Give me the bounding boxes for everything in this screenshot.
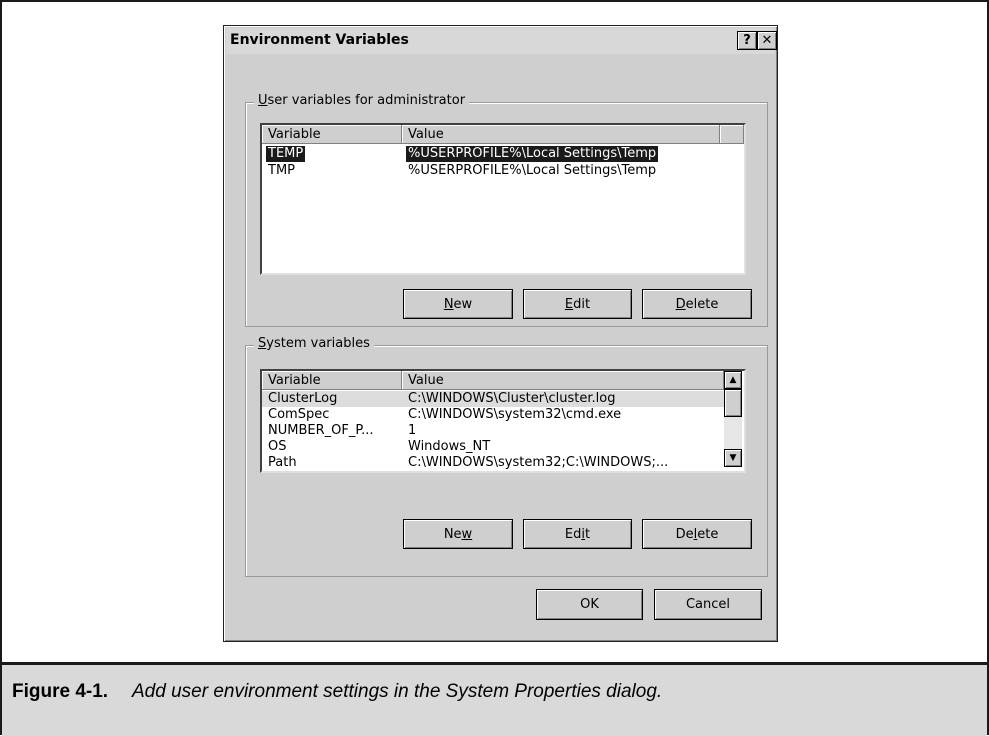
row-value: C:\WINDOWS\system32\cmd.exe (408, 407, 622, 422)
user-variables-list[interactable]: Variable Value TEMP %USERPROFILE%\Local … (260, 123, 746, 275)
row-variable: TEMP (266, 146, 306, 162)
system-variable-row[interactable]: OS Windows_NT (262, 439, 724, 455)
row-variable: OS (268, 439, 287, 454)
row-value: %USERPROFILE%\Local Settings\Temp (408, 163, 657, 178)
user-edit-button[interactable]: Edit (523, 289, 632, 319)
user-variable-row-temp[interactable]: TEMP %USERPROFILE%\Local Settings\Temp (262, 146, 724, 162)
figure-area: Environment Variables ? ✕ User variables… (2, 2, 987, 662)
title-bar: Environment Variables ? ✕ (226, 28, 777, 54)
user-variables-group: User variables for administrator Variabl… (245, 93, 768, 327)
column-header-value[interactable]: Value (402, 371, 724, 390)
row-value: C:\WINDOWS\system32;C:\WINDOWS;... (408, 455, 669, 470)
environment-variables-dialog: Environment Variables ? ✕ User variables… (223, 25, 778, 642)
close-button[interactable]: ✕ (757, 31, 777, 50)
system-variable-row[interactable]: Path C:\WINDOWS\system32;C:\WINDOWS;... (262, 455, 724, 471)
column-header-variable[interactable]: Variable (262, 125, 402, 144)
row-value: Windows_NT (408, 439, 491, 454)
system-variables-group: System variables Variable Value ClusterL… (245, 336, 768, 577)
system-new-button[interactable]: New (403, 519, 513, 549)
figure-caption: Add user environment settings in the Sys… (132, 681, 663, 702)
row-variable: Path (268, 455, 297, 470)
user-new-button[interactable]: New (403, 289, 513, 319)
system-variable-row[interactable]: ComSpec C:\WINDOWS\system32\cmd.exe (262, 407, 724, 423)
scroll-thumb[interactable] (724, 389, 742, 417)
system-delete-button[interactable]: Delete (642, 519, 752, 549)
row-value: 1 (408, 423, 417, 438)
scroll-down-icon[interactable]: ▼ (724, 449, 742, 467)
ok-button[interactable]: OK (536, 589, 643, 620)
row-variable: NUMBER_OF_P... (268, 423, 374, 438)
user-variable-row-tmp[interactable]: TMP %USERPROFILE%\Local Settings\Temp (262, 163, 724, 179)
row-value: C:\WINDOWS\Cluster\cluster.log (408, 391, 616, 406)
row-variable: ClusterLog (268, 391, 338, 406)
column-header-value[interactable]: Value (402, 125, 720, 144)
column-header-variable[interactable]: Variable (262, 371, 402, 390)
user-variables-legend: User variables for administrator (254, 93, 470, 108)
figure-frame: Environment Variables ? ✕ User variables… (0, 0, 989, 736)
help-button[interactable]: ? (737, 31, 757, 50)
row-variable: ComSpec (268, 407, 330, 422)
system-variables-list[interactable]: Variable Value ClusterLog C:\WINDOWS\Clu… (260, 369, 746, 473)
system-variable-row[interactable]: NUMBER_OF_P... 1 (262, 423, 724, 439)
figure-number: Figure 4-1. (12, 681, 109, 702)
system-variable-row[interactable]: ClusterLog C:\WINDOWS\Cluster\cluster.lo… (262, 391, 724, 407)
dialog-title: Environment Variables (230, 32, 409, 48)
system-variables-legend: System variables (254, 336, 374, 351)
system-list-scrollbar[interactable]: ▲ ▼ (724, 371, 742, 467)
system-edit-button[interactable]: Edit (523, 519, 632, 549)
figure-caption-bar: Figure 4-1. Add user environment setting… (2, 662, 987, 736)
user-delete-button[interactable]: Delete (642, 289, 752, 319)
scroll-up-icon[interactable]: ▲ (724, 371, 742, 389)
column-header-filler (720, 125, 744, 144)
cancel-button[interactable]: Cancel (654, 589, 762, 620)
row-value: %USERPROFILE%\Local Settings\Temp (406, 146, 659, 162)
row-variable: TMP (268, 163, 295, 178)
